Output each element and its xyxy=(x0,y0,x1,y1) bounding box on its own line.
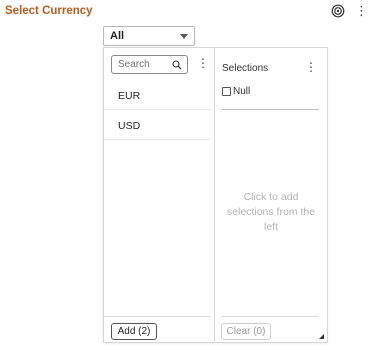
currency-filter-dropdown[interactable]: All xyxy=(103,26,195,46)
add-button[interactable]: Add (2) xyxy=(111,323,157,340)
divider xyxy=(104,316,210,317)
header-toolbar: ⋮ xyxy=(331,4,368,18)
left-kebab-menu-icon[interactable]: ⋮ xyxy=(197,56,209,70)
dropdown-selected-value: All xyxy=(110,30,125,42)
available-values-column: Search ⋮ EUR USD Add (2) xyxy=(104,48,215,342)
kebab-menu-icon[interactable]: ⋮ xyxy=(355,4,368,18)
selections-column: Selections ⋮ Null Click to add selection… xyxy=(215,48,327,342)
selection-panel: Search ⋮ EUR USD Add (2) Selections ⋮ Nu… xyxy=(103,47,328,343)
search-placeholder: Search xyxy=(118,59,150,70)
selections-title: Selections xyxy=(222,63,269,74)
resize-handle-icon[interactable] xyxy=(319,334,324,339)
search-icon[interactable] xyxy=(172,60,182,70)
search-input[interactable]: Search xyxy=(111,55,188,74)
divider xyxy=(222,316,319,317)
list-item-label: EUR xyxy=(118,90,141,102)
clear-button[interactable]: Clear (0) xyxy=(221,323,271,340)
list-item-label: USD xyxy=(118,120,141,132)
chevron-down-icon xyxy=(180,34,188,39)
null-option[interactable]: Null xyxy=(222,86,250,97)
divider xyxy=(222,109,319,110)
list-item-usd[interactable]: USD xyxy=(104,111,210,140)
right-kebab-menu-icon[interactable]: ⋮ xyxy=(305,60,317,74)
null-checkbox[interactable] xyxy=(222,87,231,96)
null-label: Null xyxy=(233,86,251,97)
target-icon[interactable] xyxy=(331,4,345,18)
page-title: Select Currency xyxy=(5,5,93,17)
list-item-eur[interactable]: EUR xyxy=(104,81,210,110)
empty-selections-message: Click to add selections from the left xyxy=(226,191,316,233)
